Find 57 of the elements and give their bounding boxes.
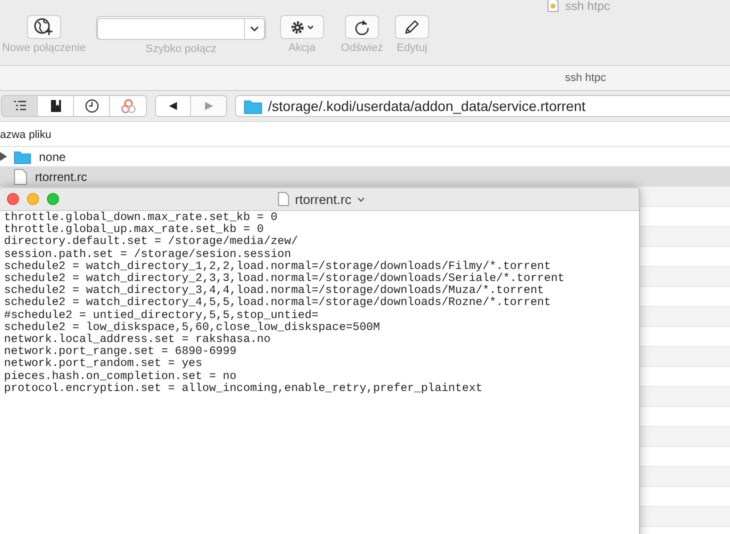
document-icon [547, 0, 560, 12]
toolbar-label: Akcja [288, 42, 316, 54]
code-line: schedule2 = low_diskspace,5,60,close_low_diskspace=500M [4, 322, 380, 334]
pencil-icon [404, 19, 420, 35]
folder-icon [14, 150, 31, 164]
column-header: azwa pliku [0, 129, 52, 141]
code-line: schedule2 = watch_directory_4,5,5,load.normal=/storage/downloads/Rozne/*.torrent [4, 297, 551, 310]
code-line: throttle.global_up.max_rate.set_kb = 0 [4, 224, 264, 236]
code-line: schedule2 = watch_directory_2,3,3,load.normal=/storage/downloads/Seriale/*.torrent [4, 273, 565, 286]
clock-icon [84, 99, 98, 113]
code-line: directory.default.set = /storage/media/zew/ [4, 236, 298, 248]
code-line: network.port_random.set = yes [4, 358, 202, 370]
disclosure-triangle-icon[interactable] [0, 152, 8, 161]
toolbar-button[interactable] [345, 15, 379, 39]
toolbar-label: Odśwież [340, 42, 384, 54]
view-tab[interactable] [2, 96, 38, 116]
outline-list-icon [12, 100, 26, 112]
caret-icon [250, 26, 259, 32]
code-line: protocol.encryption.set = allow_incoming,enable_retry,prefer_plaintext [4, 382, 482, 396]
bookmark-icon [50, 99, 62, 113]
code-line: network.port_range.set = 6890-6999 [4, 346, 236, 358]
code-line: network.local_address.set = rakshasa.no [4, 334, 271, 346]
document-icon [14, 168, 27, 184]
right-triangle-icon [204, 101, 214, 111]
globe-plus-icon [34, 18, 54, 36]
network-rings-icon [120, 98, 136, 114]
code-line: schedule2 = watch_directory_3,4,4,load.normal=/storage/downloads/Muza/*.torrent [4, 285, 544, 298]
caret-icon [307, 24, 314, 30]
navigation-button[interactable] [156, 96, 191, 116]
file-name: rtorrent.rc [35, 170, 88, 184]
code-line: throttle.global_down.max_rate.set_kb = 0 [4, 212, 278, 224]
toolbar-label: Edytuj [396, 42, 428, 54]
toolbar-button[interactable] [280, 15, 324, 39]
left-triangle-icon [168, 101, 178, 111]
gear-icon [290, 20, 305, 34]
zoom-button[interactable] [47, 193, 59, 205]
toolbar-label: Szybko połącz [146, 43, 216, 55]
window-title: ssh htpc [565, 0, 610, 13]
editor-title: rtorrent.rc [295, 192, 352, 206]
close-button[interactable] [7, 193, 19, 205]
toolbar-button[interactable] [27, 15, 61, 39]
toolbar-label: Nowe połączenie [2, 42, 86, 54]
code-line: session.path.set = /storage/sesion.session [4, 248, 292, 261]
code-line: #schedule2 = untied_directory,5,5,stop_untied= [4, 310, 318, 322]
path-field[interactable]: /storage/.kodi/userdata/addon_data/service.rtorrent [235, 95, 730, 117]
code-line: pieces.hash.on_completion.set = no [4, 370, 236, 383]
code-line: schedule2 = watch_directory_1,2,2,load.normal=/storage/downloads/Filmy/*.torrent [4, 260, 551, 273]
folder-icon [244, 98, 262, 114]
file-name: none [39, 150, 66, 164]
file-row[interactable]: rtorrent.rc [0, 167, 730, 187]
toolbar-button[interactable] [395, 15, 429, 39]
document-icon [278, 192, 289, 206]
view-segmented-control[interactable] [1, 95, 147, 117]
refresh-icon [354, 19, 370, 35]
chevron-icon [357, 196, 366, 202]
navigation-segmented-control[interactable] [155, 95, 227, 117]
connection-title: ssh htpc [565, 72, 606, 84]
